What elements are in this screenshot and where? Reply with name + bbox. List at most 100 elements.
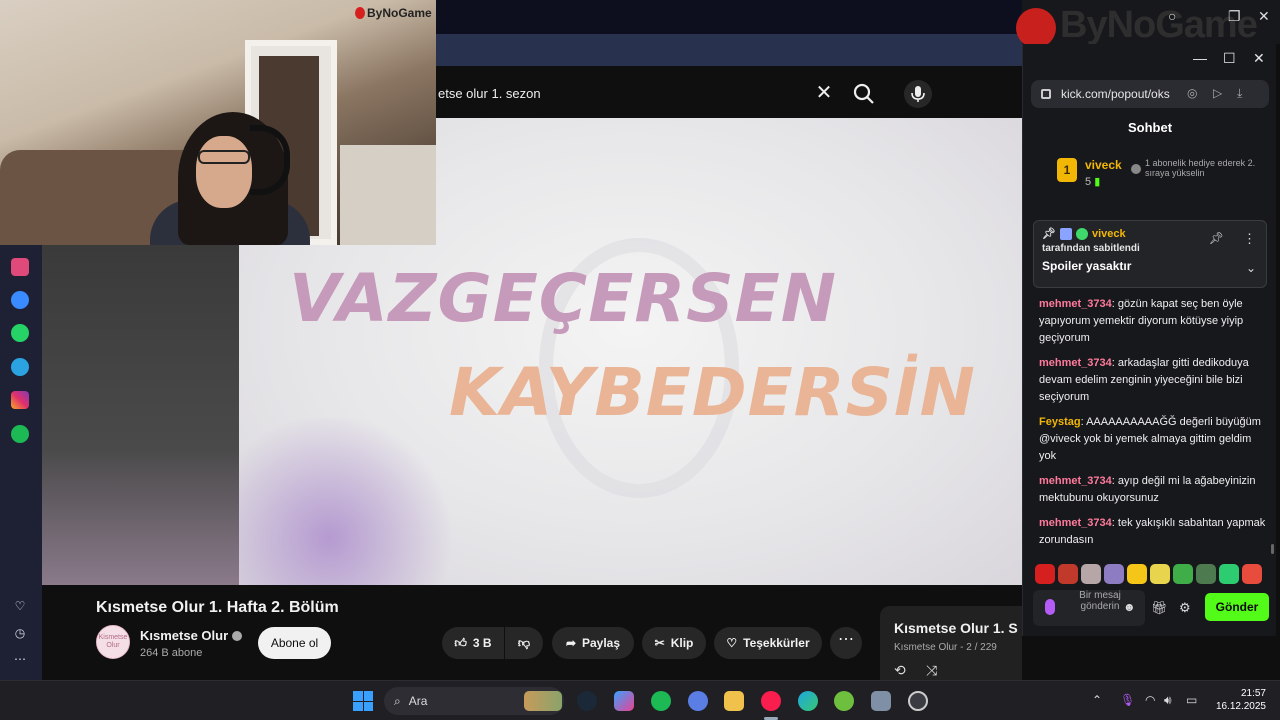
spotify-icon[interactable] xyxy=(11,425,29,443)
volume-icon[interactable]: 🔊︎ xyxy=(1164,693,1172,708)
voice-icon[interactable] xyxy=(1045,599,1055,615)
window-minimize-icon[interactable]: ○ xyxy=(1168,8,1176,24)
tray-chevron-icon[interactable]: ⌃ xyxy=(1092,693,1102,707)
battery-icon[interactable]: ▭ xyxy=(1186,693,1197,707)
download-icon[interactable]: ⤓ xyxy=(1237,86,1242,101)
spotify-taskbar-icon[interactable] xyxy=(651,691,671,711)
chat-username[interactable]: Feystag xyxy=(1039,416,1081,428)
playlist-subtitle: Kısmetse Olur - 2 / 229 xyxy=(894,642,997,653)
edge-icon[interactable] xyxy=(798,691,818,711)
top-gifter-note-text: 1 abonelik hediye ederek 2. sıraya yükse… xyxy=(1145,158,1256,178)
chat-message-input[interactable]: Bir mesaj gönderin ☻ xyxy=(1033,590,1145,626)
sub-badge-icon xyxy=(1075,227,1088,240)
telegram-icon[interactable] xyxy=(11,358,29,376)
share-button[interactable]: ➦ Paylaş xyxy=(552,627,634,659)
search-icon[interactable] xyxy=(850,80,878,108)
emote-icon[interactable] xyxy=(1127,564,1147,584)
app-icon[interactable] xyxy=(871,691,891,711)
pinned-message[interactable]: 📌︎ viveck tarafından sabitlendi Spoiler … xyxy=(1033,220,1267,288)
send-button[interactable]: Gönder xyxy=(1205,593,1269,621)
messenger-icon[interactable] xyxy=(11,291,29,309)
emote-icon[interactable] xyxy=(1219,564,1239,584)
gift-sub-icon[interactable]: 🎁︎ xyxy=(1151,600,1168,616)
more-icon[interactable]: ⋯ xyxy=(12,651,28,667)
emote-icon[interactable] xyxy=(1058,564,1078,584)
channel-name[interactable]: Kısmetse Olur xyxy=(140,628,243,643)
lock-icon xyxy=(1041,89,1051,99)
clear-search-icon[interactable]: ✕ xyxy=(814,83,834,104)
emote-icon[interactable] xyxy=(1196,564,1216,584)
obs-icon[interactable] xyxy=(908,691,928,711)
youtube-header: etse olur 1. sezon ✕ xyxy=(436,66,1026,118)
unpin-icon[interactable]: 📌︎ xyxy=(1209,231,1224,245)
chat-username[interactable]: mehmet_3734 xyxy=(1039,517,1112,529)
kick-url-bar[interactable]: kick.com/popout/oks ◎ ▷ ⤓ xyxy=(1031,80,1269,108)
chat-input-placeholder: Bir mesaj gönderin xyxy=(1079,590,1121,612)
emote-icon[interactable] xyxy=(1150,564,1170,584)
opera-gx-icon[interactable] xyxy=(761,691,781,711)
kick-close-icon[interactable]: ✕ xyxy=(1253,50,1265,67)
pinned-by: tarafından sabitlendi xyxy=(1042,243,1140,254)
play-icon[interactable]: ▷ xyxy=(1213,86,1222,100)
emote-icon[interactable] xyxy=(1242,564,1262,584)
extension-icon[interactable]: ◎ xyxy=(1187,86,1197,100)
channel-avatar[interactable]: Kismetse Olur xyxy=(96,625,130,659)
top-gifter-name[interactable]: viveck xyxy=(1085,158,1122,172)
window-close-icon[interactable]: ✕ xyxy=(1258,8,1270,25)
aria-icon[interactable] xyxy=(11,258,29,276)
chat-scrollbar[interactable] xyxy=(1271,544,1274,554)
window-restore-icon[interactable]: ❐ xyxy=(1228,8,1241,25)
emote-icon[interactable] xyxy=(1035,564,1055,584)
clip-button[interactable]: ✂ Klip xyxy=(642,627,706,659)
tray-mic-icon[interactable]: 🎙︎ xyxy=(1120,693,1135,707)
thanks-label: Teşekkürler xyxy=(743,636,810,650)
microphone-icon[interactable] xyxy=(904,80,932,108)
dislike-button[interactable]: 👎︎ xyxy=(505,627,543,659)
widget-icon[interactable] xyxy=(524,691,562,711)
top-gifter-note: 1 abonelik hediye ederek 2. sıraya yükse… xyxy=(1131,158,1261,178)
windows-start-icon[interactable] xyxy=(353,691,373,711)
history-icon[interactable]: ◷ xyxy=(12,625,28,641)
whatsapp-icon[interactable] xyxy=(11,324,29,342)
utorrent-icon[interactable] xyxy=(834,691,854,711)
wifi-icon[interactable]: ◠ xyxy=(1145,693,1155,707)
like-button[interactable]: 👍︎ 3 B xyxy=(442,627,504,659)
pinned-more-icon[interactable]: ⋮ xyxy=(1243,231,1256,247)
playlist-panel[interactable]: Kısmetse Olur 1. S Kısmetse Olur - 2 / 2… xyxy=(880,606,1022,680)
kick-maximize-icon[interactable]: ☐ xyxy=(1223,50,1236,67)
top-gifter-rank: 1 xyxy=(1057,158,1077,182)
more-actions-button[interactable]: ⋯ xyxy=(830,627,862,659)
chat-username[interactable]: mehmet_3734 xyxy=(1039,357,1112,369)
kick-minimize-icon[interactable]: — xyxy=(1193,50,1207,66)
verified-icon xyxy=(232,631,243,641)
chat-username[interactable]: mehmet_3734 xyxy=(1039,298,1112,310)
settings-icon[interactable]: ⚙ xyxy=(1179,600,1191,616)
instagram-icon[interactable] xyxy=(11,391,29,409)
loop-icon[interactable]: ⟲ xyxy=(894,662,906,679)
shuffle-icon[interactable]: ⤨ xyxy=(926,662,937,679)
steam-icon[interactable] xyxy=(577,691,597,711)
share-label: Paylaş xyxy=(582,636,621,650)
emote-icon[interactable] xyxy=(1081,564,1101,584)
chat-username[interactable]: mehmet_3734 xyxy=(1039,475,1112,487)
taskbar: ⌕ Ara ⌃ 🎙︎ ◠ 🔊︎ ▭ 21:57 16.12.2025 xyxy=(0,680,1280,720)
bed xyxy=(340,145,436,245)
favorites-icon[interactable]: ♡ xyxy=(12,598,28,614)
scissors-icon: ✂ xyxy=(654,636,665,650)
thanks-button[interactable]: ♡ Teşekkürler xyxy=(714,627,822,659)
search-input-value: etse olur 1. sezon xyxy=(438,85,541,101)
copilot-icon[interactable] xyxy=(614,691,634,711)
emoji-icon[interactable]: ☻ xyxy=(1123,600,1136,614)
thumbs-up-icon: 👍︎ xyxy=(454,635,467,650)
emote-icon[interactable] xyxy=(1104,564,1124,584)
thumbs-down-icon: 👎︎ xyxy=(517,635,531,650)
file-explorer-icon[interactable] xyxy=(724,691,744,711)
emote-icon[interactable] xyxy=(1173,564,1193,584)
taskbar-clock[interactable]: 21:57 16.12.2025 xyxy=(1210,687,1266,713)
vpn-icon[interactable] xyxy=(688,691,708,711)
video-glow xyxy=(239,418,459,585)
search-input[interactable]: etse olur 1. sezon xyxy=(436,78,836,108)
subscribe-button[interactable]: Abone ol xyxy=(258,627,331,659)
chevron-down-icon[interactable]: ⌄ xyxy=(1246,261,1256,275)
moderator-badge-icon xyxy=(1059,227,1072,240)
